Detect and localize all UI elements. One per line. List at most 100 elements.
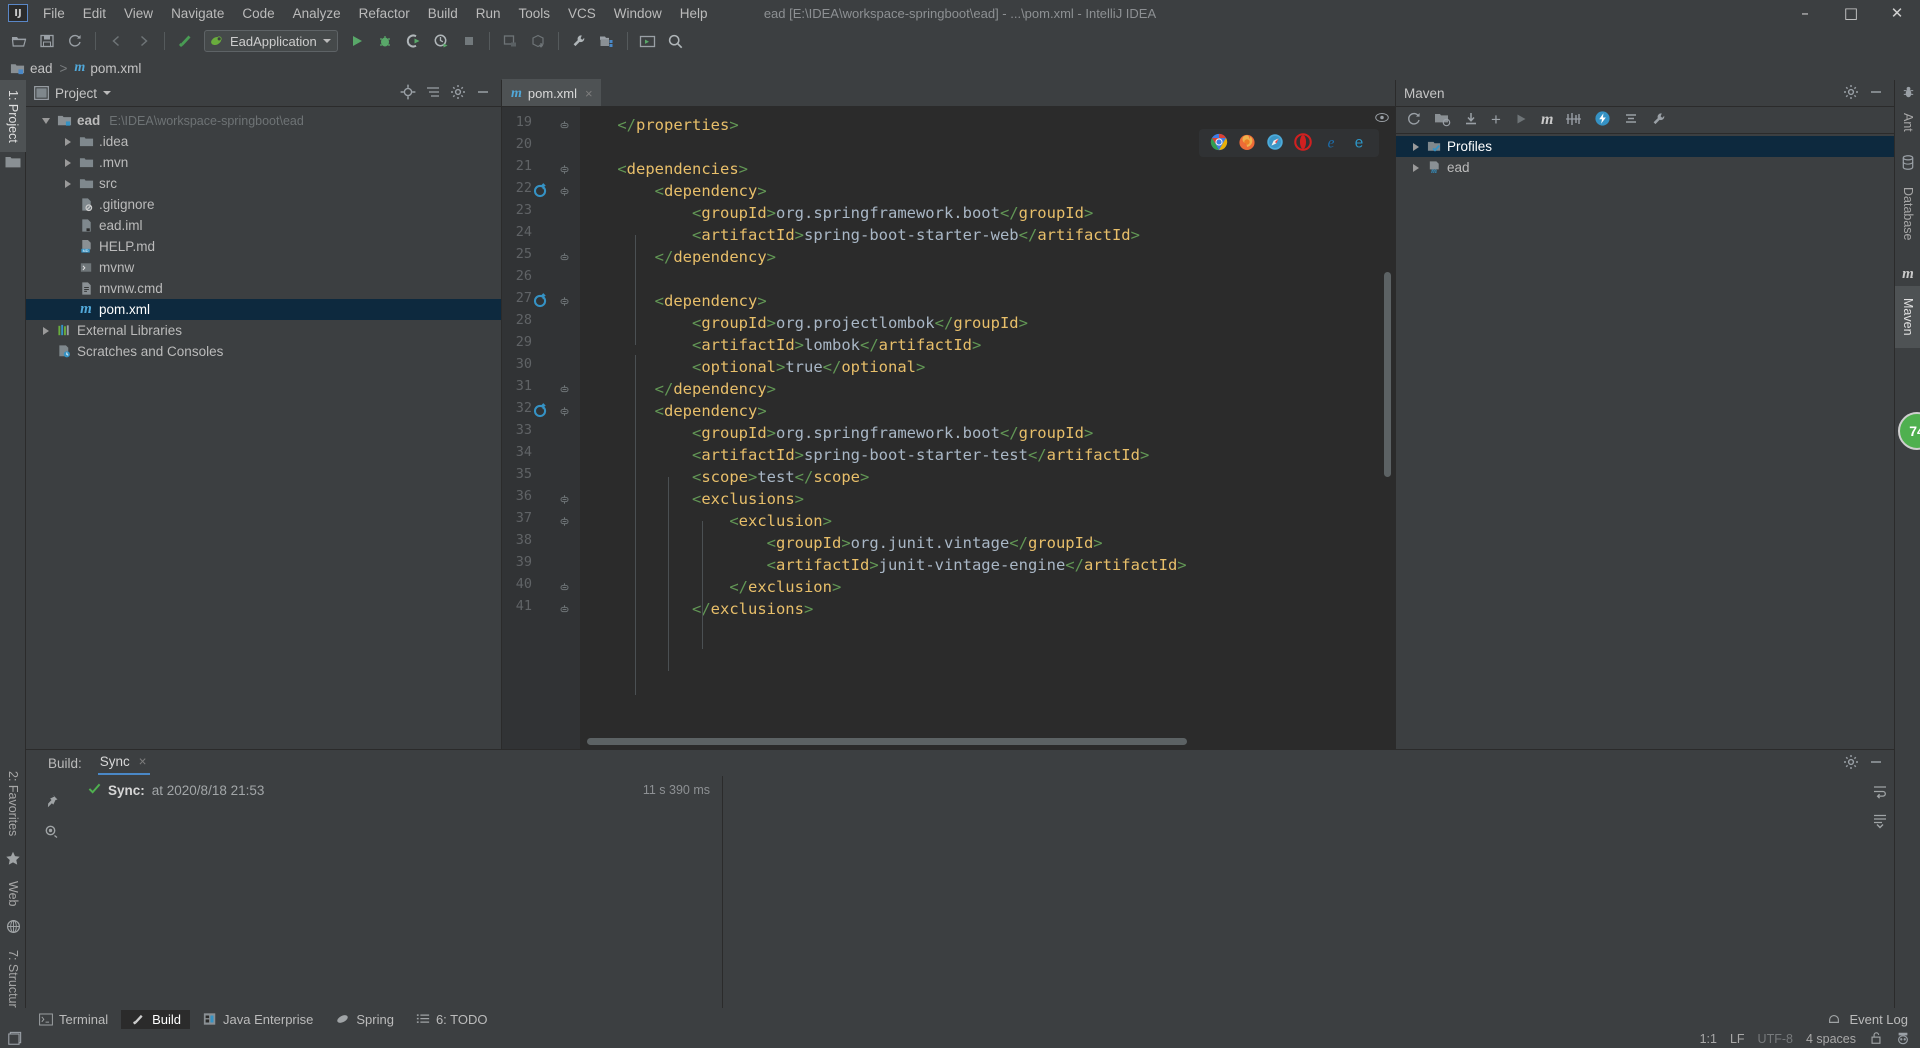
pin-icon[interactable] [26, 786, 76, 816]
ie-icon[interactable]: e [1322, 133, 1340, 154]
menu-item-analyze[interactable]: Analyze [284, 3, 350, 24]
fold-start-icon[interactable] [559, 493, 570, 504]
fold-end-icon[interactable] [559, 119, 570, 130]
code-line[interactable]: <artifactId>spring-boot-starter-test</ar… [580, 444, 1395, 466]
build-result-row[interactable]: Sync: at 2020/8/18 21:53 11 s 390 ms [76, 779, 722, 801]
code-line[interactable]: <dependency> [580, 180, 1395, 202]
menu-item-file[interactable]: File [34, 3, 74, 24]
caret-position[interactable]: 1:1 [1700, 1032, 1717, 1046]
update-project-icon[interactable] [497, 28, 523, 54]
build-tab-sync[interactable]: Sync × [98, 754, 151, 772]
fold-end-icon[interactable] [559, 383, 570, 394]
menu-item-view[interactable]: View [115, 3, 162, 24]
code-line[interactable]: </dependency> [580, 378, 1395, 400]
project-structure-icon[interactable] [594, 28, 620, 54]
bottom-bar-item-6-todo[interactable]: 6: TODO [407, 1010, 497, 1029]
chevron-down-icon[interactable] [40, 118, 51, 124]
chevron-right-icon[interactable] [62, 180, 73, 188]
file-encoding[interactable]: UTF-8 [1758, 1032, 1793, 1046]
bottom-bar-item-terminal[interactable]: Terminal [30, 1010, 117, 1029]
edge-icon[interactable]: e [1350, 133, 1368, 154]
sidebar-item-project[interactable]: 1: Project [0, 80, 26, 152]
build-detail-pane[interactable] [723, 776, 1894, 1008]
tree-item-gitignore[interactable]: .gitignore [26, 194, 501, 215]
download-sources-icon[interactable] [1463, 111, 1479, 130]
tree-item-mvn[interactable]: .mvn [26, 152, 501, 173]
commit-icon[interactable] [525, 28, 551, 54]
open-icon[interactable] [6, 28, 32, 54]
chevron-right-icon[interactable] [40, 327, 51, 335]
minimize-icon[interactable]: – [1782, 0, 1828, 26]
fold-start-icon[interactable] [559, 185, 570, 196]
fold-end-icon[interactable] [559, 603, 570, 614]
event-log-label[interactable]: Event Log [1849, 1012, 1908, 1027]
execute-goal-icon[interactable] [1594, 110, 1611, 130]
editor-gutter[interactable]: 1920212223242526272829303132333435363738… [502, 107, 580, 749]
sidebar-item-ant[interactable]: Ant [1895, 102, 1920, 142]
settings-wrench-icon[interactable] [566, 28, 592, 54]
gear-icon[interactable] [1843, 84, 1859, 103]
sidebar-item-maven[interactable]: Maven [1895, 286, 1920, 348]
tree-item-ead-iml[interactable]: ead.iml [26, 215, 501, 236]
sidebar-item-favorites[interactable]: 2: Favorites [0, 760, 26, 848]
tree-item-external-libraries[interactable]: External Libraries [26, 320, 501, 341]
chrome-icon[interactable] [1210, 133, 1228, 154]
code-line[interactable]: <artifactId>lombok</artifactId> [580, 334, 1395, 356]
menu-item-vcs[interactable]: VCS [559, 3, 605, 24]
save-icon[interactable] [34, 28, 60, 54]
gear-icon[interactable] [450, 84, 466, 103]
code-line[interactable]: <dependency> [580, 400, 1395, 422]
build-results-tree[interactable]: Sync: at 2020/8/18 21:53 11 s 390 ms [76, 776, 723, 1008]
menu-item-window[interactable]: Window [605, 3, 671, 24]
toggle-toolwindows-icon[interactable] [8, 1031, 23, 1048]
scroll-to-end-icon[interactable] [1872, 813, 1888, 832]
code-line[interactable]: <groupId>org.projectlombok</groupId> [580, 312, 1395, 334]
run-configuration-selector[interactable]: EadApplication [204, 30, 338, 52]
build-hammer-icon[interactable] [172, 28, 198, 54]
safari-icon[interactable] [1266, 133, 1284, 154]
close-icon[interactable]: × [585, 86, 593, 101]
reimport-icon[interactable] [1406, 111, 1422, 130]
tree-item-src[interactable]: src [26, 173, 501, 194]
tree-item-mvnw[interactable]: mvnw [26, 257, 501, 278]
code-line[interactable]: </dependency> [580, 246, 1395, 268]
inspector-icon[interactable] [1896, 1031, 1910, 1048]
code-line[interactable]: <optional>true</optional> [580, 356, 1395, 378]
generate-sources-icon[interactable] [1434, 111, 1451, 130]
code-line[interactable]: <groupId>org.springframework.boot</group… [580, 202, 1395, 224]
menu-item-navigate[interactable]: Navigate [162, 3, 233, 24]
tree-item-ead[interactable]: eadE:\IDEA\workspace-springboot\ead [26, 110, 501, 131]
locate-icon[interactable] [400, 84, 416, 103]
editor-tab-pom-xml[interactable]: m pom.xml × [502, 79, 601, 106]
run-coverage-icon[interactable] [400, 28, 426, 54]
bottom-bar-item-spring[interactable]: Spring [326, 1010, 403, 1029]
filter-eye-icon[interactable] [26, 816, 76, 846]
tree-item-scratches-and-consoles[interactable]: Scratches and Consoles [26, 341, 501, 362]
breadcrumb-item-project[interactable]: ead [7, 60, 56, 77]
code-line[interactable]: <groupId>org.springframework.boot</group… [580, 422, 1395, 444]
chevron-down-icon[interactable] [103, 91, 111, 95]
code-line[interactable] [580, 268, 1395, 290]
code-line[interactable]: <exclusions> [580, 488, 1395, 510]
tree-item-mvnw-cmd[interactable]: mvnw.cmd [26, 278, 501, 299]
profile-icon[interactable] [428, 28, 454, 54]
editor-vertical-scrollbar[interactable] [1384, 272, 1391, 477]
editor-horizontal-scrollbar[interactable] [587, 738, 1187, 745]
maven-tree[interactable]: Profilesmead [1396, 134, 1894, 178]
hide-icon[interactable] [1868, 754, 1884, 773]
soft-wrap-icon[interactable] [1872, 784, 1888, 803]
skip-tests-icon[interactable] [1565, 111, 1582, 130]
run-icon[interactable] [344, 28, 370, 54]
maven-settings-icon[interactable] [1651, 111, 1667, 130]
chevron-right-icon[interactable] [62, 159, 73, 167]
fold-start-icon[interactable] [559, 515, 570, 526]
back-arrow-icon[interactable] [103, 28, 129, 54]
close-icon[interactable]: × [139, 754, 147, 769]
fold-start-icon[interactable] [559, 163, 570, 174]
menu-item-edit[interactable]: Edit [74, 3, 115, 24]
firefox-icon[interactable] [1238, 133, 1256, 154]
code-line[interactable]: <dependency> [580, 290, 1395, 312]
fold-end-icon[interactable] [559, 251, 570, 262]
fold-start-icon[interactable] [559, 405, 570, 416]
project-tree[interactable]: eadE:\IDEA\workspace-springboot\ead.idea… [26, 107, 501, 362]
